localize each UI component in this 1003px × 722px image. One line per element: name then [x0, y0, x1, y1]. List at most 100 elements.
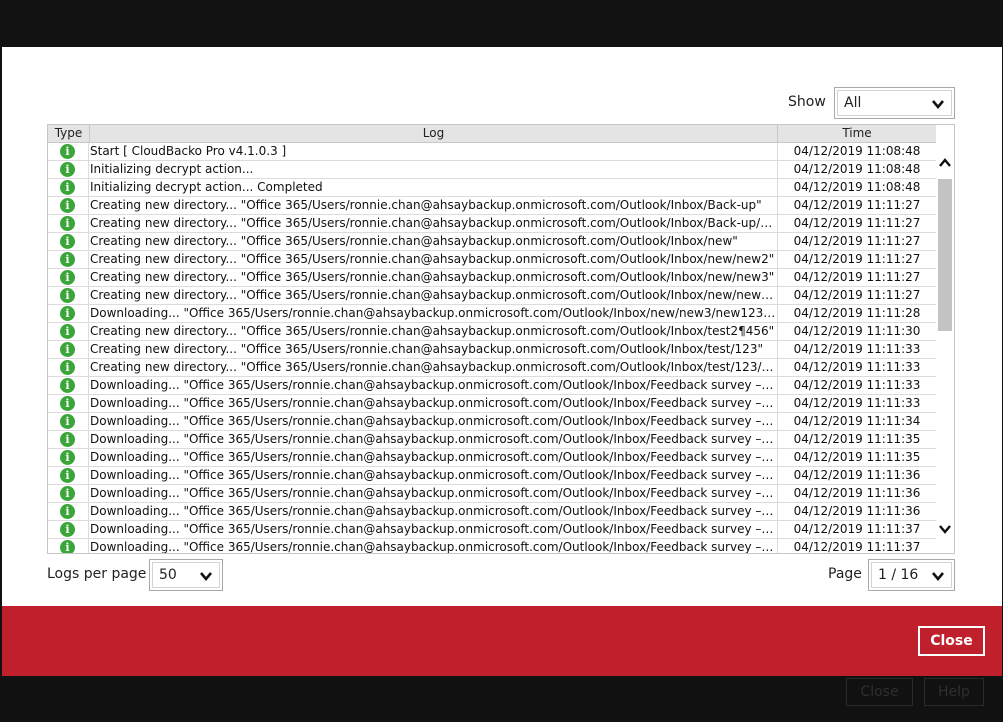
table-header: Type Log Time [48, 125, 936, 143]
log-time: 04/12/2019 11:11:33 [793, 360, 921, 374]
type-cell: i [48, 287, 89, 305]
log-time: 04/12/2019 11:11:27 [793, 270, 921, 284]
type-cell: i [48, 485, 89, 503]
log-time: 04/12/2019 11:11:35 [793, 432, 921, 446]
page-select[interactable]: 1 / 16 [868, 559, 955, 591]
log-message: Creating new directory... "Office 365/Us… [90, 324, 775, 338]
type-cell: i [48, 305, 89, 323]
type-cell: i [48, 233, 89, 251]
table-row[interactable]: i Downloading... "Office 365/Users/ronnie… [48, 467, 936, 485]
info-icon: i [60, 504, 75, 519]
type-cell: i [48, 377, 89, 395]
vertical-scrollbar[interactable] [936, 143, 954, 553]
info-icon: i [60, 378, 75, 393]
info-icon: i [60, 432, 75, 447]
log-message: Downloading... "Office 365/Users/ronnie.… [90, 540, 776, 554]
background-help-button: Help [924, 678, 984, 706]
table-row[interactable]: i Start [ CloudBacko Pro v4.1.0.3 ] 04/12/… [48, 143, 936, 161]
log-time: 04/12/2019 11:11:33 [793, 396, 921, 410]
table-row[interactable]: i Downloading... "Office 365/Users/ronnie… [48, 377, 936, 395]
type-cell: i [48, 431, 89, 449]
info-icon: i [60, 234, 75, 249]
show-filter-select[interactable]: All [834, 87, 955, 119]
info-icon: i [60, 396, 75, 411]
table-row[interactable]: i Downloading... "Office 365/Users/ronnie… [48, 521, 936, 539]
type-cell: i [48, 161, 89, 179]
log-time: 04/12/2019 11:08:48 [793, 162, 921, 176]
type-cell: i [48, 323, 89, 341]
log-message: Downloading... "Office 365/Users/ronnie.… [90, 306, 776, 320]
logs-per-page-select[interactable]: 50 [149, 559, 223, 591]
info-icon: i [60, 252, 75, 267]
top-bar [0, 0, 1003, 47]
log-time: 04/12/2019 11:11:27 [793, 252, 921, 266]
info-icon: i [60, 414, 75, 429]
table-body: i Start [ CloudBacko Pro v4.1.0.3 ] 04/12/… [48, 143, 936, 554]
log-message: Creating new directory... "Office 365/Us… [90, 234, 738, 248]
table-row[interactable]: i Creating new directory... "Office 365/U… [48, 323, 936, 341]
type-cell: i [48, 413, 89, 431]
info-icon: i [60, 270, 75, 285]
info-icon: i [60, 468, 75, 483]
column-header-log[interactable]: Log [90, 126, 777, 140]
info-icon: i [60, 162, 75, 177]
type-cell: i [48, 359, 89, 377]
table-row[interactable]: i Downloading... "Office 365/Users/ronnie… [48, 305, 936, 323]
log-message: Downloading... "Office 365/Users/ronnie.… [90, 414, 776, 428]
log-time: 04/12/2019 11:11:37 [793, 540, 921, 554]
page-label: Page [828, 566, 862, 582]
log-message: Creating new directory... "Office 365/Us… [90, 198, 762, 212]
info-icon: i [60, 180, 75, 195]
log-time: 04/12/2019 11:11:27 [793, 288, 921, 302]
log-time: 04/12/2019 11:11:30 [793, 324, 921, 338]
log-time: 04/12/2019 11:11:35 [793, 450, 921, 464]
table-row[interactable]: i Creating new directory... "Office 365/U… [48, 251, 936, 269]
table-row[interactable]: i Downloading... "Office 365/Users/ronnie… [48, 485, 936, 503]
table-row[interactable]: i Downloading... "Office 365/Users/ronnie… [48, 503, 936, 521]
table-row[interactable]: i Downloading... "Office 365/Users/ronnie… [48, 413, 936, 431]
log-time: 04/12/2019 11:08:48 [793, 180, 921, 194]
type-cell: i [48, 539, 89, 553]
scroll-up-icon[interactable] [938, 157, 952, 169]
log-time: 04/12/2019 11:11:28 [793, 306, 921, 320]
type-cell: i [48, 143, 89, 161]
type-cell: i [48, 503, 89, 521]
table-row[interactable]: i Initializing decrypt action... Complete… [48, 179, 936, 197]
dialog-footer [2, 606, 1002, 676]
type-cell: i [48, 215, 89, 233]
info-icon: i [60, 342, 75, 357]
chevron-down-icon [932, 100, 944, 110]
info-icon: i [60, 540, 75, 553]
show-filter-label: Show [788, 94, 826, 110]
type-cell: i [48, 395, 89, 413]
table-row[interactable]: i Creating new directory... "Office 365/U… [48, 269, 936, 287]
type-cell: i [48, 251, 89, 269]
log-time: 04/12/2019 11:11:36 [793, 486, 921, 500]
table-row[interactable]: i Creating new directory... "Office 365/U… [48, 287, 936, 305]
table-row[interactable]: i Creating new directory... "Office 365/U… [48, 215, 936, 233]
type-cell: i [48, 179, 89, 197]
log-message: Initializing decrypt action... Completed [90, 180, 323, 194]
table-row[interactable]: i Downloading... "Office 365/Users/ronnie… [48, 395, 936, 413]
log-time: 04/12/2019 11:11:27 [793, 198, 921, 212]
column-header-time[interactable]: Time [778, 126, 936, 140]
table-row[interactable]: i Initializing decrypt action... 04/12/201… [48, 161, 936, 179]
background-close-button: Close [846, 678, 913, 706]
table-row[interactable]: i Downloading... "Office 365/Users/ronnie… [48, 539, 936, 554]
chevron-down-icon [200, 572, 212, 582]
type-cell: i [48, 341, 89, 359]
log-message: Creating new directory... "Office 365/Us… [90, 270, 775, 284]
page-value: 1 / 16 [878, 567, 919, 583]
scroll-down-icon[interactable] [938, 523, 952, 535]
table-row[interactable]: i Creating new directory... "Office 365/U… [48, 341, 936, 359]
table-row[interactable]: i Creating new directory... "Office 365/U… [48, 197, 936, 215]
table-row[interactable]: i Creating new directory... "Office 365/U… [48, 359, 936, 377]
table-row[interactable]: i Creating new directory... "Office 365/U… [48, 233, 936, 251]
scrollbar-thumb[interactable] [938, 179, 952, 331]
close-button[interactable]: Close [918, 626, 985, 656]
log-message: Creating new directory... "Office 365/Us… [90, 216, 776, 230]
info-icon: i [60, 324, 75, 339]
table-row[interactable]: i Downloading... "Office 365/Users/ronnie… [48, 431, 936, 449]
table-row[interactable]: i Downloading... "Office 365/Users/ronnie… [48, 449, 936, 467]
column-header-type[interactable]: Type [48, 126, 89, 140]
